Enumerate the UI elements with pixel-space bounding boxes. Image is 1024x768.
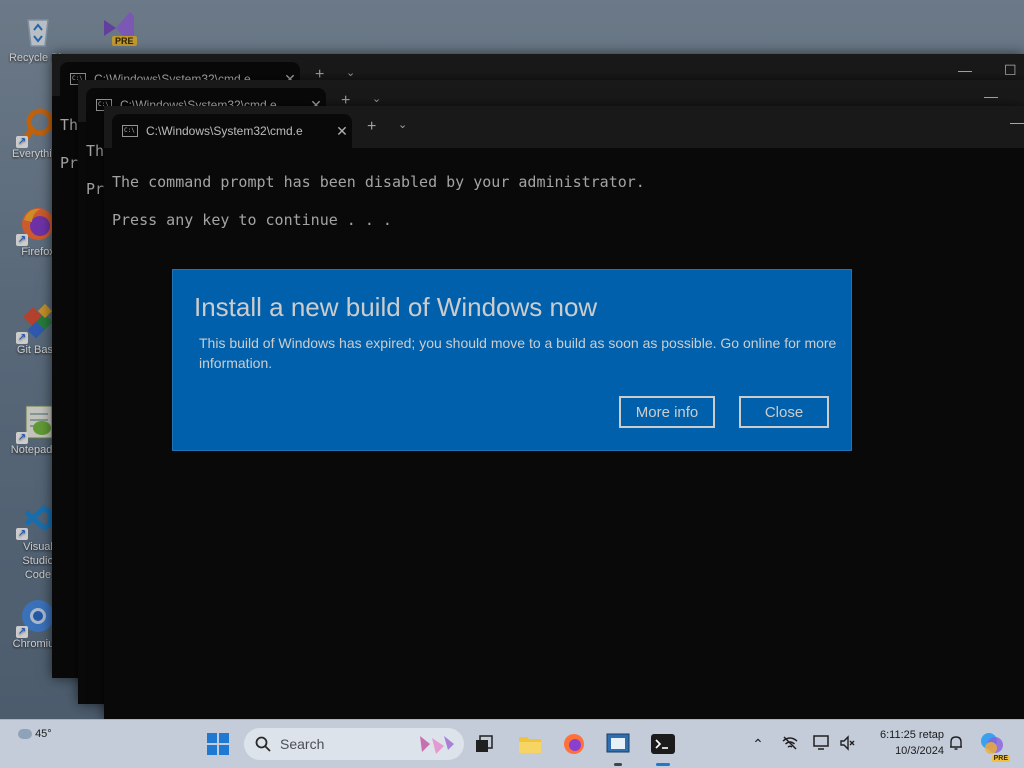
- terminal-icon: [651, 734, 675, 754]
- task-view-button[interactable]: [470, 730, 498, 758]
- shortcut-arrow-icon: ↗: [16, 528, 28, 540]
- copilot-icon: [981, 733, 1003, 754]
- close-tab-icon[interactable]: ✕: [332, 123, 352, 140]
- recycle-bin-icon: [18, 10, 58, 50]
- chevron-up-icon[interactable]: ⌃: [748, 734, 768, 754]
- tab-bar: C:\ C:\Windows\System32\cmd.e ✕ + ⌄ —: [104, 106, 1024, 148]
- output-line: Th: [86, 142, 105, 160]
- active-indicator: [656, 763, 670, 766]
- terminal-output: Th Pr: [86, 132, 104, 208]
- shortcut-arrow-icon: ↗: [16, 136, 28, 148]
- preview-badge: PRE: [991, 755, 1010, 762]
- windows-expired-dialog: Install a new build of Windows now This …: [172, 269, 852, 451]
- task-view-icon: [476, 735, 493, 752]
- window-app-icon: [606, 733, 630, 753]
- start-button[interactable]: [204, 730, 232, 758]
- output-line: Th: [60, 116, 79, 134]
- notification-bell-icon[interactable]: [946, 734, 966, 754]
- shortcut-arrow-icon: ↗: [16, 432, 28, 444]
- search-placeholder: Search: [280, 736, 325, 752]
- copilot-preview-button[interactable]: PRE: [978, 730, 1010, 762]
- taskbar-clock[interactable]: 6:11:25 retap 10/3/2024: [864, 727, 944, 759]
- more-info-button[interactable]: More info: [619, 396, 715, 428]
- terminal-output: Th Pr: [60, 106, 78, 182]
- windows-logo-icon: [207, 733, 229, 755]
- dialog-title: Install a new build of Windows now: [194, 292, 598, 322]
- weather-temperature: 45°: [35, 728, 52, 740]
- tab-title: C:\Windows\System32\cmd.e: [146, 124, 303, 138]
- output-line: Pr: [60, 154, 79, 172]
- folder-icon: [519, 737, 541, 753]
- display-icon[interactable]: [812, 734, 832, 754]
- new-tab-button[interactable]: +: [367, 118, 376, 136]
- running-indicator: [614, 763, 622, 766]
- cmd-icon: C:\: [122, 125, 138, 137]
- volume-muted-icon[interactable]: [838, 734, 858, 754]
- tab-cmd[interactable]: C:\ C:\Windows\System32\cmd.e ✕: [112, 114, 352, 148]
- output-line: Press any key to continue . . .: [112, 211, 392, 229]
- minimize-button[interactable]: —: [958, 62, 972, 78]
- tab-dropdown-button[interactable]: ⌄: [346, 66, 355, 79]
- taskbar: 45° Search ⌃ 6:11:25 retap 10/3/2024 PRE: [0, 719, 1024, 768]
- terminal-taskbar-button[interactable]: [648, 730, 678, 766]
- minimize-button[interactable]: —: [984, 88, 998, 104]
- close-button[interactable]: Close: [739, 396, 829, 428]
- output-line: Pr: [86, 180, 105, 198]
- file-explorer-button[interactable]: [516, 730, 544, 758]
- maximize-button[interactable]: ☐: [1004, 62, 1017, 79]
- shortcut-arrow-icon: ↗: [16, 234, 28, 246]
- network-disconnected-icon[interactable]: [780, 734, 800, 754]
- preview-badge: PRE: [112, 36, 137, 46]
- visual-studio-preview-icon: PRE: [98, 6, 138, 46]
- shortcut-arrow-icon: ↗: [16, 332, 28, 344]
- tab-dropdown-button[interactable]: ⌄: [398, 118, 407, 131]
- output-line: The command prompt has been disabled by …: [112, 173, 645, 191]
- weather-icon: [18, 729, 32, 740]
- terminal-output: The command prompt has been disabled by …: [112, 163, 645, 239]
- minimize-button[interactable]: —: [1010, 114, 1024, 130]
- shortcut-arrow-icon: ↗: [16, 626, 28, 638]
- taskbar-search[interactable]: Search: [244, 728, 464, 760]
- search-highlight-icon: [420, 736, 454, 754]
- search-icon: [255, 736, 271, 752]
- firefox-icon: [564, 734, 584, 754]
- tab-dropdown-button[interactable]: ⌄: [372, 92, 381, 105]
- weather-widget[interactable]: 45°: [18, 728, 52, 740]
- dialog-message: This build of Windows has expired; you s…: [199, 335, 837, 371]
- desktop-icon-visual-studio-preview[interactable]: PRE: [88, 6, 148, 48]
- window-manager-button[interactable]: [604, 730, 632, 766]
- clock-time: 6:11:25 retap: [879, 729, 944, 741]
- firefox-taskbar-button[interactable]: [560, 730, 588, 758]
- clock-date: 10/3/2024: [895, 745, 944, 757]
